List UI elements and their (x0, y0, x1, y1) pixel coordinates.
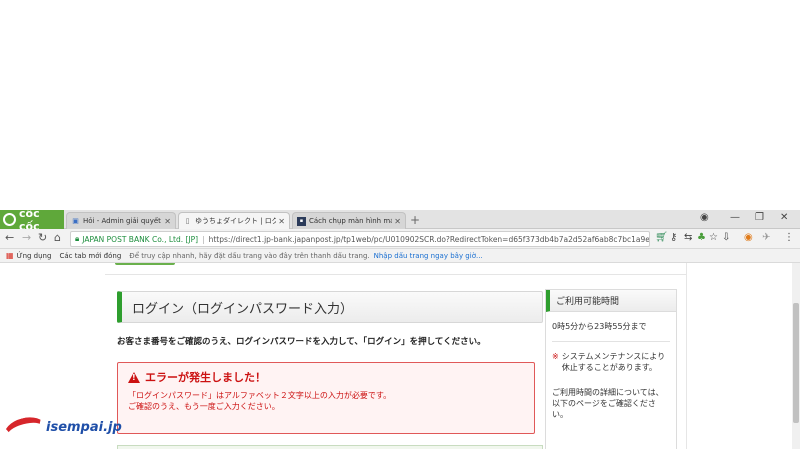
watermark-swoosh-icon (1, 413, 49, 449)
service-hours-detail: ご利用時間の詳細については、以下のページをご確認ください。 (552, 388, 664, 419)
tab-title: Hỏi - Admin giải quyết vấ (83, 217, 162, 225)
header-remnant (105, 263, 686, 275)
error-line: ご確認のうえ、もう一度ご入力ください。 (128, 402, 280, 411)
tab-title: Cách chụp màn hình máy (309, 217, 393, 225)
isempai-watermark: isempai.jp (1, 412, 122, 449)
note-mark: ※ (552, 352, 559, 361)
service-hours-heading: ご利用可能時間 (546, 290, 676, 312)
coccoc-extension-icon[interactable]: ◉ (744, 232, 753, 243)
close-window-icon[interactable]: ✕ (780, 212, 788, 223)
star-icon[interactable]: ☆ (709, 232, 718, 243)
login-instruction: お客さま番号をご確認のうえ、ログインパスワードを入力して、「ログイン」を押してく… (117, 337, 486, 347)
import-bookmarks-link[interactable]: Nhập dấu trang ngay bây giờ... (374, 252, 483, 260)
new-tab-button[interactable]: + (410, 213, 420, 227)
bird-icon[interactable]: ✈ (762, 232, 770, 243)
blank-area (0, 0, 800, 210)
error-heading-text: エラーが発生しました！ (145, 371, 266, 384)
minimize-icon[interactable]: — (730, 212, 740, 223)
menu-icon[interactable]: ⋮ (784, 232, 794, 243)
restore-icon[interactable]: ❐ (755, 212, 764, 223)
bookmark-recent-tabs[interactable]: Các tab mới đóng (59, 252, 121, 260)
tab-forum[interactable]: ▣ Hỏi - Admin giải quyết vấ ✕ (66, 212, 176, 229)
forward-icon[interactable]: → (22, 231, 31, 244)
translate-icon[interactable]: ⇆ (684, 232, 692, 243)
coccoc-menu-button[interactable]: cốc cốc (0, 207, 64, 233)
error-line: 「ログインパスワード」はアルファベット２文字以上の入力が必要です。 (128, 391, 392, 400)
watermark-text: isempai.jp (46, 420, 122, 435)
close-icon[interactable]: ✕ (394, 217, 401, 226)
secure-site-label: JAPAN POST BANK Co., Ltd. [JP] (82, 234, 199, 244)
bookmarks-hint: Để truy cập nhanh, hãy đặt dấu trang vào… (129, 251, 370, 260)
tab-screenshot-guide[interactable]: ▪ Cách chụp màn hình máy ✕ (292, 212, 406, 229)
error-message-box: ! エラーが発生しました！ 「ログインパスワード」はアルファベット２文字以上の入… (117, 362, 535, 434)
main-content: ログイン（ログインパスワード入力） お客さま番号をご確認のうえ、ログインパスワー… (105, 263, 686, 449)
tab-title: ゆうちょダイレクト | ログイン (195, 217, 276, 225)
lock-icon: 🔒︎ (75, 234, 80, 243)
site-icon: ▪ (297, 216, 306, 226)
maintenance-note: ※ システムメンテナンスにより休止することがあります。 (546, 342, 676, 373)
error-heading: ! エラーが発生しました！ (128, 369, 524, 385)
service-hours-time: 0時5分から23時55分まで (552, 322, 647, 331)
home-icon[interactable]: ⌂ (54, 231, 61, 244)
coccoc-logo-icon (3, 213, 16, 226)
vertical-scrollbar[interactable] (792, 263, 800, 449)
forum-icon: ▣ (72, 216, 79, 225)
maintenance-note-text: システムメンテナンスにより休止することがあります。 (561, 352, 666, 372)
cart-icon[interactable]: 🛒︎ (655, 232, 668, 243)
url-input[interactable]: 🔒︎ JAPAN POST BANK Co., Ltd. [JP] | http… (70, 231, 650, 247)
address-bar: ← → ↻ ⌂ 🔒︎ JAPAN POST BANK Co., Ltd. [JP… (0, 229, 800, 249)
back-icon[interactable]: ← (5, 231, 14, 244)
apps-icon[interactable]: ▦ (6, 251, 14, 260)
page-title: ログイン（ログインパスワード入力） (117, 291, 543, 323)
tab-strip: cốc cốc ▣ Hỏi - Admin giải quyết vấ ✕ ▯ … (0, 207, 800, 233)
header-logo-fragment (115, 263, 175, 265)
profile-icon[interactable]: ◉ (700, 212, 709, 223)
tab-japanpost[interactable]: ▯ ゆうちょダイレクト | ログイン ✕ (178, 212, 290, 229)
key-icon[interactable]: ⚷ (670, 232, 677, 243)
close-icon[interactable]: ✕ (278, 217, 285, 226)
warning-icon: ! (128, 371, 140, 383)
divider: | (202, 234, 205, 244)
close-icon[interactable]: ✕ (164, 217, 171, 226)
service-hours-panel: ご利用可能時間 0時5分から23時55分まで ※ システムメンテナンスにより休止… (545, 289, 677, 449)
bookmark-apps[interactable]: Ứng dụng (17, 252, 52, 260)
bookmarks-bar: ▦ Ứng dụng Các tab mới đóng Để truy cập … (0, 249, 800, 263)
page-margin-right (686, 263, 792, 449)
url-text: https://direct1.jp-bank.japanpost.jp/tp1… (208, 234, 650, 244)
extension-icon[interactable]: ♣ (697, 232, 706, 243)
next-section-box (117, 445, 543, 449)
page-icon: ▯ (185, 216, 190, 225)
scrollbar-thumb[interactable] (793, 303, 799, 423)
reload-icon[interactable]: ↻ (38, 231, 47, 244)
download-icon[interactable]: ⇩ (722, 232, 730, 243)
